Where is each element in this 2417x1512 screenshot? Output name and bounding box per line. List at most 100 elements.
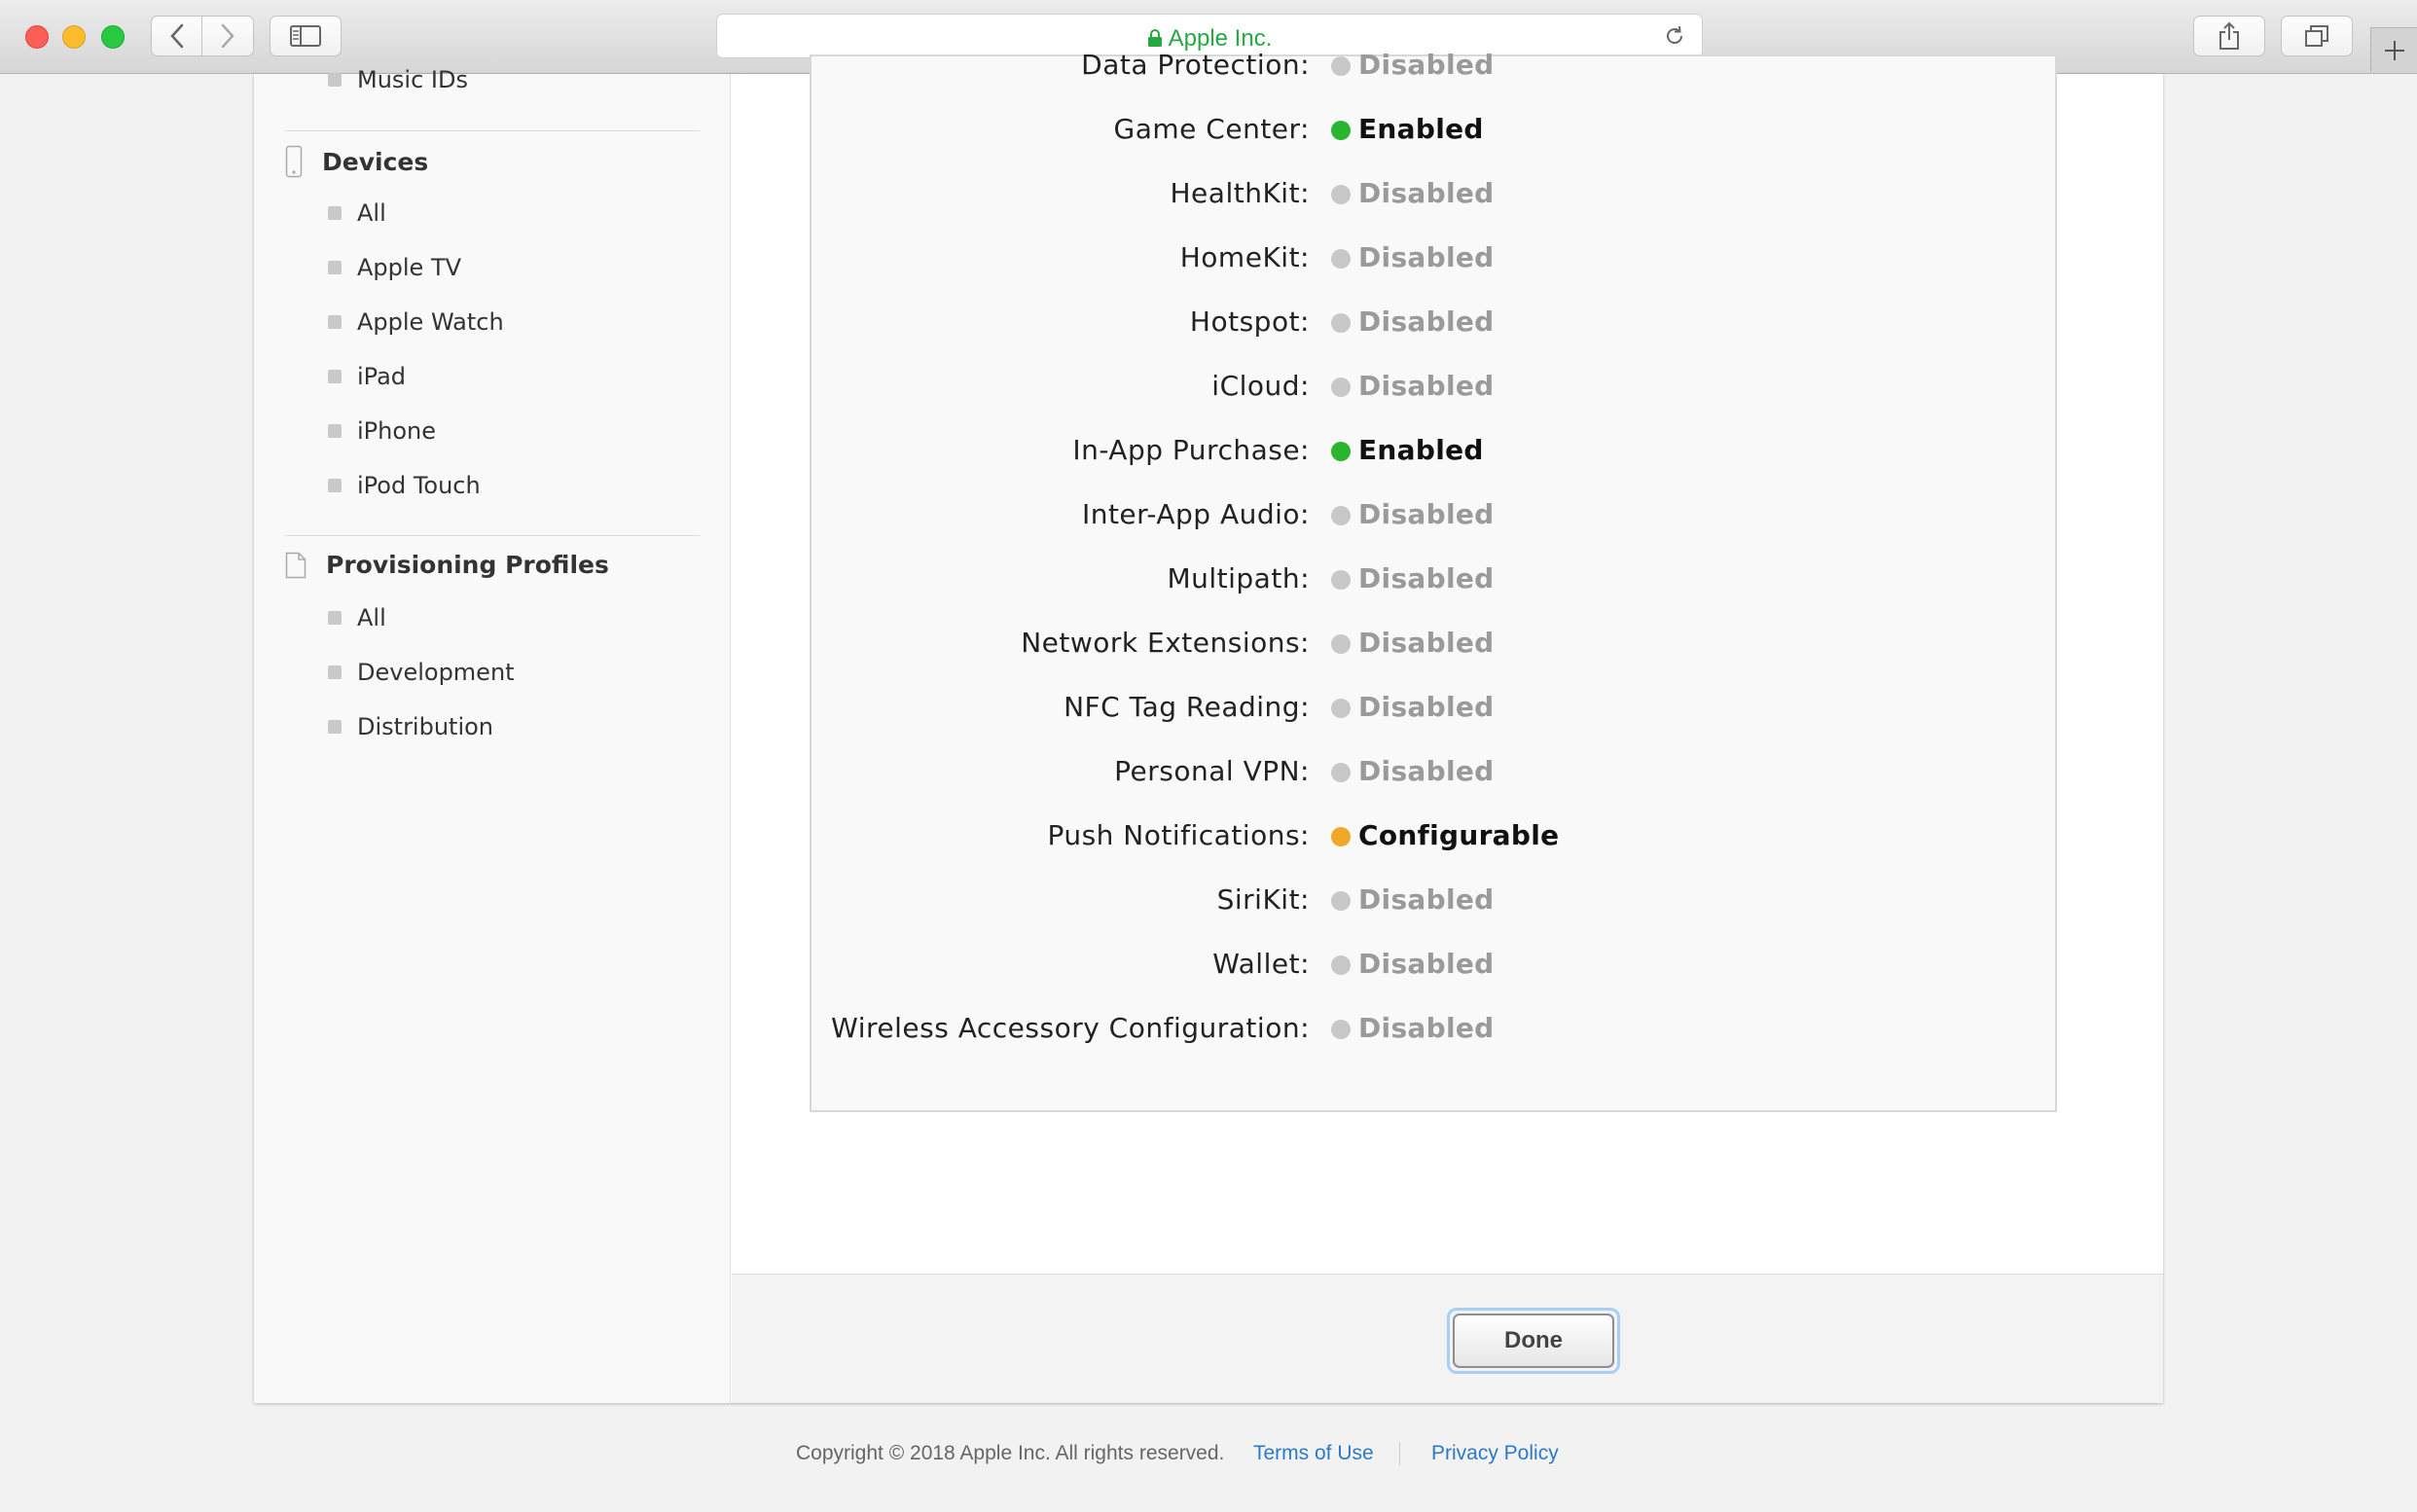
reload-icon[interactable] xyxy=(1663,24,1686,48)
privacy-policy-link[interactable]: Privacy Policy xyxy=(1431,1442,1559,1465)
sidebar-item-label: Development xyxy=(357,659,515,686)
capability-row: SiriKit: Disabled xyxy=(812,883,2059,922)
bullet-icon xyxy=(328,206,342,220)
capability-status: Disabled xyxy=(1358,498,1495,530)
capability-row: Hotspot: Disabled xyxy=(812,306,2059,344)
status-dot-icon xyxy=(1331,378,1351,397)
sidebar-item-distribution[interactable]: Distribution xyxy=(328,713,493,740)
capability-row: HomeKit: Disabled xyxy=(812,241,2059,280)
capabilities-panel: Data Protection: Disabled Game Center: Enab… xyxy=(810,49,2059,1112)
capability-row: iCloud: Disabled xyxy=(812,370,2059,409)
status-dot-icon xyxy=(1331,634,1351,654)
done-button[interactable]: Done xyxy=(1453,1314,1614,1368)
sidebar-item-label: Apple Watch xyxy=(357,308,504,336)
capability-label: HomeKit: xyxy=(1179,241,1310,273)
bullet-icon xyxy=(328,73,342,87)
capability-row: Network Extensions: Disabled xyxy=(812,627,2059,666)
status-dot-icon xyxy=(1331,891,1351,911)
capability-label: Multipath: xyxy=(1167,562,1310,594)
capability-row: NFC Tag Reading: Disabled xyxy=(812,691,2059,730)
plus-icon xyxy=(2384,40,2404,60)
capability-row: Wireless Accessory Configuration: Disable… xyxy=(812,1012,2059,1051)
bullet-icon xyxy=(328,479,342,492)
status-dot-icon xyxy=(1331,249,1351,269)
footer-separator xyxy=(1399,1442,1400,1465)
sidebar-item-apple-tv[interactable]: Apple TV xyxy=(328,254,461,281)
capability-status: Enabled xyxy=(1358,113,1484,145)
capability-label: HealthKit: xyxy=(1170,177,1310,209)
capability-row: Multipath: Disabled xyxy=(812,562,2059,601)
sidebar-item-label: Apple TV xyxy=(357,254,462,281)
capability-row: Game Center: Enabled xyxy=(812,113,2059,152)
bullet-icon xyxy=(328,424,342,438)
forward-button[interactable] xyxy=(202,16,254,56)
capability-label: SiriKit: xyxy=(1216,883,1310,916)
capability-label: Game Center: xyxy=(1113,113,1310,145)
status-dot-icon xyxy=(1331,827,1351,846)
status-dot-icon xyxy=(1331,1020,1351,1039)
window-close-button[interactable] xyxy=(25,25,49,49)
sidebar-item-apple-watch[interactable]: Apple Watch xyxy=(328,308,504,336)
capability-status: Disabled xyxy=(1358,306,1495,338)
capability-label: Wallet: xyxy=(1212,948,1310,980)
sidebar-item-label: iPod Touch xyxy=(357,472,481,499)
capability-row: Push Notifications: Configurable xyxy=(812,819,2059,858)
capability-row: HealthKit: Disabled xyxy=(812,177,2059,216)
bullet-icon xyxy=(328,370,342,383)
capability-status: Enabled xyxy=(1358,434,1484,466)
address-text: Apple Inc. xyxy=(1168,25,1273,52)
capability-label: Inter-App Audio: xyxy=(1081,498,1310,530)
window-zoom-button[interactable] xyxy=(101,25,125,49)
sidebar-item-music-ids[interactable]: Music IDs xyxy=(328,66,468,93)
capability-status: Disabled xyxy=(1358,755,1495,787)
section-title: Devices xyxy=(322,147,429,176)
sidebar-section-devices[interactable]: Devices xyxy=(285,145,428,178)
capability-status: Disabled xyxy=(1358,1012,1495,1044)
share-icon xyxy=(2219,21,2239,50)
sidebar-item-development[interactable]: Development xyxy=(328,659,515,686)
action-bar: Done xyxy=(732,1274,2163,1403)
sidebar-toggle-button[interactable] xyxy=(270,16,342,56)
capability-row: Wallet: Disabled xyxy=(812,948,2059,987)
capability-label: Network Extensions: xyxy=(1021,627,1310,659)
capability-label: NFC Tag Reading: xyxy=(1064,691,1310,723)
status-dot-icon xyxy=(1331,313,1351,333)
sidebar-item-profiles-all[interactable]: All xyxy=(328,604,386,631)
divider xyxy=(285,130,700,131)
capability-status: Disabled xyxy=(1358,562,1495,594)
capability-label: iCloud: xyxy=(1211,370,1310,402)
capability-status: Disabled xyxy=(1358,627,1495,659)
new-tab-button[interactable] xyxy=(2370,27,2417,72)
capability-row: Inter-App Audio: Disabled xyxy=(812,498,2059,537)
window-minimize-button[interactable] xyxy=(62,25,86,49)
sidebar-item-devices-all[interactable]: All xyxy=(328,199,386,227)
bullet-icon xyxy=(328,720,342,734)
capability-status: Disabled xyxy=(1358,948,1495,980)
sidebar-item-label: All xyxy=(357,604,386,631)
share-button[interactable] xyxy=(2193,16,2265,56)
status-dot-icon xyxy=(1331,763,1351,782)
sidebar-item-ipad[interactable]: iPad xyxy=(328,363,406,390)
capability-label: Wireless Accessory Configuration: xyxy=(831,1012,1310,1044)
capability-status: Configurable xyxy=(1358,819,1560,851)
capability-label: Personal VPN: xyxy=(1114,755,1310,787)
sidebar-item-ipod-touch[interactable]: iPod Touch xyxy=(328,472,481,499)
status-dot-icon xyxy=(1331,442,1351,461)
terms-of-use-link[interactable]: Terms of Use xyxy=(1253,1442,1374,1465)
back-button[interactable] xyxy=(151,16,202,56)
sidebar-item-label: iPad xyxy=(357,363,407,390)
copyright-text: Copyright © 2018 Apple Inc. All rights r… xyxy=(796,1442,1225,1464)
bullet-icon xyxy=(328,611,342,625)
bullet-icon xyxy=(328,666,342,679)
capability-status: Disabled xyxy=(1358,177,1495,209)
sidebar-section-provisioning-profiles[interactable]: Provisioning Profiles xyxy=(285,551,609,579)
navigation-group xyxy=(151,16,254,56)
page-card: Music IDs Devices All Apple TV Apple Wat… xyxy=(254,49,2163,1403)
capability-label: Push Notifications: xyxy=(1047,819,1310,851)
capability-row: Data Protection: Disabled xyxy=(812,49,2059,88)
sidebar-item-label: iPhone xyxy=(357,417,437,445)
show-tabs-button[interactable] xyxy=(2281,16,2353,56)
capability-status: Disabled xyxy=(1358,370,1495,402)
sidebar-item-iphone[interactable]: iPhone xyxy=(328,417,436,445)
main-content: Data Protection: Disabled Game Center: Enab… xyxy=(732,49,2163,1274)
